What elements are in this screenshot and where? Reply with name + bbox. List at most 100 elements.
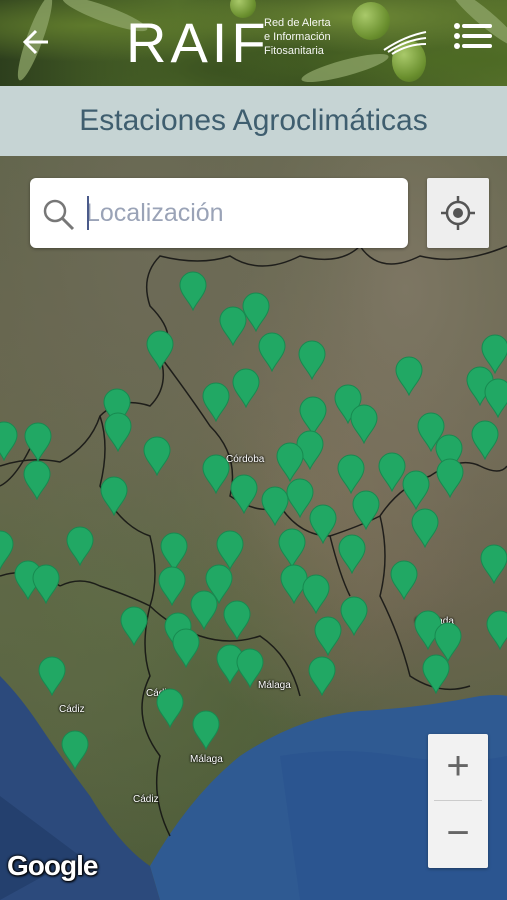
station-marker-icon [202, 454, 230, 495]
station-marker[interactable] [120, 606, 148, 647]
location-search-input[interactable] [86, 192, 396, 234]
station-marker[interactable] [484, 378, 507, 419]
search-icon [43, 199, 75, 231]
title-bar: Estaciones Agroclimáticas [0, 86, 507, 156]
station-marker-icon [261, 486, 289, 527]
station-marker[interactable] [23, 460, 51, 501]
zoom-out-button[interactable]: − [428, 801, 488, 867]
station-marker[interactable] [486, 610, 507, 651]
station-marker[interactable] [261, 486, 289, 527]
station-marker[interactable] [411, 508, 439, 549]
logo-subtitle-line: Fitosanitaria [264, 45, 324, 57]
station-marker-icon [402, 470, 430, 511]
station-marker-icon [236, 648, 264, 689]
station-marker[interactable] [143, 436, 171, 477]
my-location-button[interactable] [427, 178, 489, 248]
station-marker[interactable] [242, 292, 270, 333]
search-box[interactable] [30, 178, 408, 248]
station-marker[interactable] [146, 330, 174, 371]
junta-logo-icon [383, 31, 427, 55]
menu-icon [454, 23, 492, 49]
station-marker-icon [480, 544, 507, 585]
back-arrow-icon [22, 29, 48, 55]
station-marker[interactable] [436, 458, 464, 499]
station-marker[interactable] [337, 454, 365, 495]
station-marker-icon [422, 654, 450, 695]
locate-icon [441, 196, 475, 230]
station-marker[interactable] [202, 382, 230, 423]
station-marker-icon [66, 526, 94, 567]
station-marker[interactable] [236, 648, 264, 689]
zoom-in-button[interactable]: + [428, 734, 488, 800]
station-marker-icon [172, 628, 200, 669]
station-marker[interactable] [309, 504, 337, 545]
station-marker[interactable] [202, 454, 230, 495]
station-marker-icon [158, 566, 186, 607]
station-marker[interactable] [258, 332, 286, 373]
station-marker[interactable] [61, 730, 89, 771]
station-marker[interactable] [350, 404, 378, 445]
station-marker[interactable] [156, 688, 184, 729]
station-marker-icon [308, 656, 336, 697]
station-marker[interactable] [100, 476, 128, 517]
station-marker[interactable] [302, 574, 330, 615]
station-marker[interactable] [352, 490, 380, 531]
station-marker[interactable] [314, 616, 342, 657]
station-marker-icon [24, 422, 52, 463]
place-label: Málaga [190, 754, 223, 765]
station-marker-icon [0, 421, 18, 462]
logo-text: RAIF [126, 11, 270, 74]
station-marker[interactable] [66, 526, 94, 567]
logo-subtitle-line: e Información [264, 31, 331, 43]
station-marker-icon [146, 330, 174, 371]
station-marker-icon [23, 460, 51, 501]
place-label: Cádiz [59, 704, 85, 715]
station-marker-icon [302, 574, 330, 615]
station-marker[interactable] [480, 544, 507, 585]
station-marker[interactable] [158, 566, 186, 607]
station-marker[interactable] [278, 528, 306, 569]
station-marker[interactable] [422, 654, 450, 695]
station-marker-icon [352, 490, 380, 531]
station-marker[interactable] [276, 442, 304, 483]
station-marker[interactable] [223, 600, 251, 641]
raif-logo: RAIF [126, 15, 270, 71]
station-marker[interactable] [395, 356, 423, 397]
menu-button[interactable] [454, 23, 492, 60]
place-label: Córdoba [226, 454, 265, 465]
station-marker-icon [395, 356, 423, 397]
map-view[interactable]: Córdoba Granada Cádiz Málaga Cádiz Cádiz… [0, 156, 507, 900]
zoom-controls: + − [428, 734, 488, 868]
station-marker[interactable] [481, 334, 507, 375]
station-marker[interactable] [338, 534, 366, 575]
station-marker[interactable] [0, 530, 14, 571]
station-marker[interactable] [192, 710, 220, 751]
station-marker[interactable] [298, 340, 326, 381]
station-marker[interactable] [172, 628, 200, 669]
station-marker[interactable] [471, 420, 499, 461]
station-marker[interactable] [402, 470, 430, 511]
station-marker[interactable] [24, 422, 52, 463]
back-button[interactable] [18, 22, 58, 62]
station-marker[interactable] [308, 656, 336, 697]
station-marker-icon [38, 656, 66, 697]
station-marker-icon [223, 600, 251, 641]
station-marker[interactable] [230, 474, 258, 515]
station-marker[interactable] [179, 271, 207, 312]
station-marker-icon [276, 442, 304, 483]
station-marker[interactable] [232, 368, 260, 409]
logo-subtitle: Red de Alerta e Información Fitosanitari… [264, 16, 331, 58]
station-marker-icon [100, 476, 128, 517]
station-marker[interactable] [0, 421, 18, 462]
station-marker-icon [202, 382, 230, 423]
station-marker[interactable] [38, 656, 66, 697]
station-marker[interactable] [340, 596, 368, 637]
station-marker-icon [350, 404, 378, 445]
station-marker-icon [258, 332, 286, 373]
station-marker[interactable] [104, 412, 132, 453]
station-marker[interactable] [190, 590, 218, 631]
station-marker[interactable] [390, 560, 418, 601]
station-marker[interactable] [32, 564, 60, 605]
station-marker-icon [0, 530, 14, 571]
station-marker-icon [481, 334, 507, 375]
